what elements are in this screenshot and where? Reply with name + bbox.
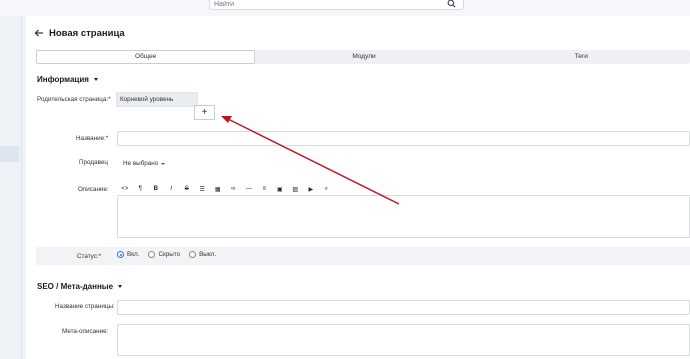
- status-row: Статус:* Вкл. Скрыто Выкл.: [36, 247, 690, 265]
- page-title-label: Название страницы:: [55, 303, 115, 310]
- video-icon[interactable]: ▶: [303, 184, 319, 195]
- image-icon[interactable]: ▨: [288, 184, 304, 195]
- meta-description-input[interactable]: [117, 324, 690, 356]
- radio-icon[interactable]: [189, 251, 197, 258]
- tab-general[interactable]: Общее: [36, 50, 256, 64]
- meta-description-label: Мета-описание:: [62, 328, 109, 335]
- editor-toolbar: <> ¶ B I S ☰ ▦ ∞ — ≡ ▣ ▨ ▶ ⌕: [117, 183, 690, 196]
- info-section-title[interactable]: Информация: [37, 75, 98, 84]
- back-arrow-icon[interactable]: [34, 28, 44, 38]
- page-header: Новая страница: [34, 26, 125, 40]
- required-mark: *: [105, 135, 109, 142]
- caret-down-icon[interactable]: [118, 285, 123, 288]
- parent-page-label-text: Родительская страница:: [37, 96, 109, 103]
- name-label-text: Название:: [76, 135, 106, 142]
- sidebar: [0, 16, 22, 359]
- parent-page-label: Родительская страница:*: [37, 96, 111, 103]
- add-parent-button[interactable]: +: [194, 105, 215, 120]
- tab-modules[interactable]: Модули: [255, 50, 472, 64]
- status-option-hidden[interactable]: Скрыто: [148, 251, 180, 258]
- top-bar: [0, 0, 690, 16]
- seller-label: Продавец: [79, 159, 108, 166]
- status-radio-group: Вкл. Скрыто Выкл.: [117, 251, 225, 258]
- align-icon[interactable]: ≡: [257, 184, 273, 195]
- status-option-on[interactable]: Вкл.: [117, 251, 139, 258]
- required-mark: *: [98, 253, 102, 260]
- seller-value: Не выбрано: [123, 160, 159, 167]
- radio-icon[interactable]: [148, 251, 156, 258]
- bullet-list-icon[interactable]: ☰: [195, 184, 211, 195]
- description-label: Описание:: [78, 186, 109, 193]
- chevron-down-icon: [161, 162, 166, 165]
- tab-tags[interactable]: Теги: [473, 50, 690, 64]
- paragraph-icon[interactable]: ¶: [133, 184, 149, 195]
- status-option-hidden-label: Скрыто: [158, 251, 181, 258]
- name-input[interactable]: [117, 131, 690, 146]
- name-label: Название:*: [76, 135, 108, 142]
- seller-select[interactable]: Не выбрано: [123, 160, 166, 167]
- page-title-input[interactable]: [117, 300, 690, 315]
- description-editor[interactable]: [117, 197, 690, 238]
- sidebar-item-active[interactable]: [0, 146, 19, 162]
- search-replace-icon[interactable]: ⌕: [319, 184, 335, 195]
- text-block-icon[interactable]: ▣: [272, 184, 288, 195]
- status-label-text: Статус:: [77, 253, 99, 260]
- info-section-label: Информация: [37, 75, 89, 84]
- required-mark: *: [108, 96, 111, 103]
- status-option-on-label: Вкл.: [127, 251, 140, 258]
- link-icon[interactable]: ∞: [226, 184, 242, 195]
- main-panel: Новая страница Общее Модули Теги Информа…: [26, 16, 690, 359]
- radio-checked-icon[interactable]: [117, 251, 124, 258]
- table-icon[interactable]: ▦: [210, 184, 226, 195]
- status-label: Статус:*: [77, 253, 101, 260]
- bold-icon[interactable]: B: [148, 184, 164, 195]
- parent-page-value[interactable]: Корневой уровень: [116, 92, 198, 107]
- search-input[interactable]: [214, 0, 444, 9]
- search-icon[interactable]: [447, 0, 456, 8]
- code-icon[interactable]: <>: [117, 184, 133, 195]
- seo-section-label: SEO / Мета-данные: [37, 282, 114, 291]
- strikethrough-icon[interactable]: S: [179, 184, 195, 195]
- seo-section-title[interactable]: SEO / Мета-данные: [37, 282, 123, 291]
- italic-icon[interactable]: I: [164, 184, 180, 195]
- status-option-off-label: Выкл.: [199, 251, 217, 258]
- horizontal-rule-icon[interactable]: —: [241, 184, 257, 195]
- page-title: Новая страница: [49, 27, 125, 39]
- search-box[interactable]: [209, 0, 464, 10]
- tab-bar: Общее Модули Теги: [36, 50, 690, 64]
- status-option-off[interactable]: Выкл.: [189, 251, 216, 258]
- caret-down-icon[interactable]: [93, 78, 98, 81]
